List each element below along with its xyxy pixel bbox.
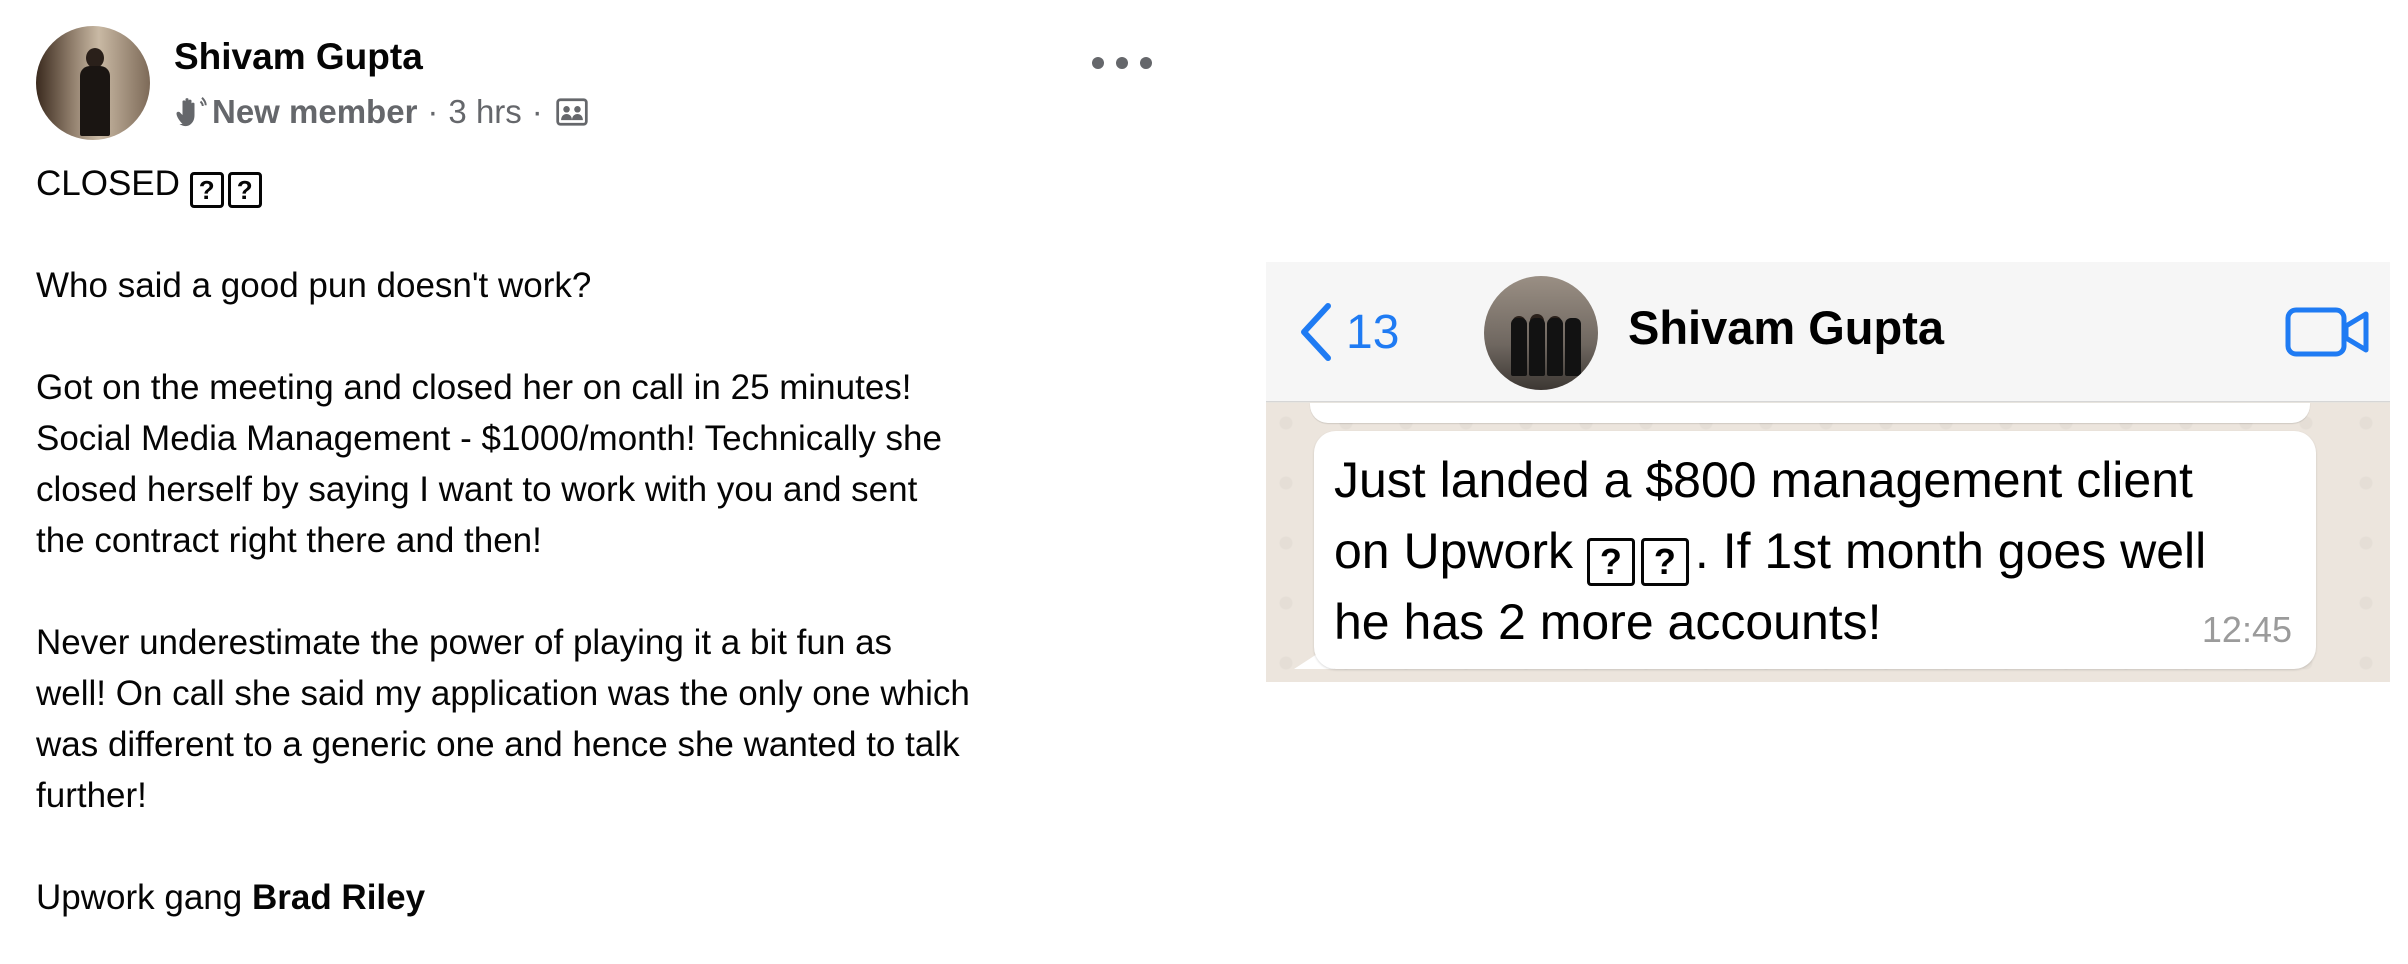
message-line-part: . If 1st month goes well (1694, 523, 2207, 579)
post-paragraph: Who said a good pun doesn't work? (36, 266, 592, 305)
post-closing-text: Upwork gang (36, 878, 243, 917)
post-paragraph: closed herself by saying I want to work … (36, 470, 918, 509)
member-badge: New member (212, 93, 418, 130)
author-avatar[interactable] (36, 26, 150, 140)
group-icon (556, 98, 588, 126)
unknown-emoji-glyph: ? (1640, 538, 1689, 586)
post-paragraph: Got on the meeting and closed her on cal… (36, 368, 912, 407)
message-bubble[interactable]: Just landed a $800 management client on … (1314, 431, 2316, 669)
contact-name[interactable]: Shivam Gupta (1628, 300, 1944, 355)
unknown-emoji-glyph: ? (227, 172, 262, 208)
post-meta: New member · 3 hrs · (172, 90, 589, 134)
video-call-icon[interactable] (2284, 300, 2370, 364)
message-line: on Upwork ??. If 1st month goes well (1334, 516, 2294, 587)
message-line-part: on Upwork (1334, 523, 1573, 579)
back-button[interactable]: 13 (1296, 298, 1399, 366)
post-paragraph: was different to a generic one and hence… (36, 725, 960, 764)
back-chevron-icon (1301, 303, 1331, 361)
more-options-icon[interactable] (1092, 48, 1152, 78)
message-text: Just landed a $800 management client on … (1334, 445, 2294, 658)
facebook-post: Shivam Gupta New member · 3 hrs · CLOSED… (0, 0, 1160, 964)
unknown-emoji-glyph: ? (1586, 538, 1635, 586)
author-name[interactable]: Shivam Gupta (174, 36, 423, 78)
separator-dot: · (531, 93, 543, 130)
post-paragraph: Social Media Management - $1000/month! T… (36, 419, 942, 458)
unknown-emoji-glyph: ? (189, 172, 224, 208)
post-body: CLOSED ?? Who said a good pun doesn't wo… (36, 158, 1146, 923)
post-closing-line: Upwork gang Brad Riley (36, 872, 1146, 923)
waving-hand-icon (176, 97, 207, 127)
post-paragraph: further! (36, 776, 147, 815)
post-paragraph: the contract right there and then! (36, 521, 542, 560)
contact-avatar[interactable] (1484, 276, 1598, 390)
whatsapp-chat: 13 Shivam Gupta Just landed a $800 manag… (1266, 262, 2390, 682)
previous-message-bubble (1310, 403, 2310, 423)
post-time[interactable]: 3 hrs (448, 93, 521, 131)
chat-header: 13 Shivam Gupta (1266, 262, 2390, 402)
separator-dot: · (427, 93, 439, 130)
post-title: CLOSED (36, 164, 180, 203)
message-line: Just landed a $800 management client (1334, 452, 2193, 508)
chat-area: Just landed a $800 management client on … (1266, 403, 2390, 682)
post-paragraph: well! On call she said my application wa… (36, 674, 970, 713)
unread-count: 13 (1346, 305, 1400, 359)
post-paragraph: Never underestimate the power of playing… (36, 623, 893, 662)
user-mention[interactable]: Brad Riley (252, 878, 425, 917)
post-title-line: CLOSED ?? (36, 158, 1146, 209)
message-timestamp: 12:45 (2201, 609, 2292, 650)
message-line: he has 2 more accounts! (1334, 594, 1882, 650)
